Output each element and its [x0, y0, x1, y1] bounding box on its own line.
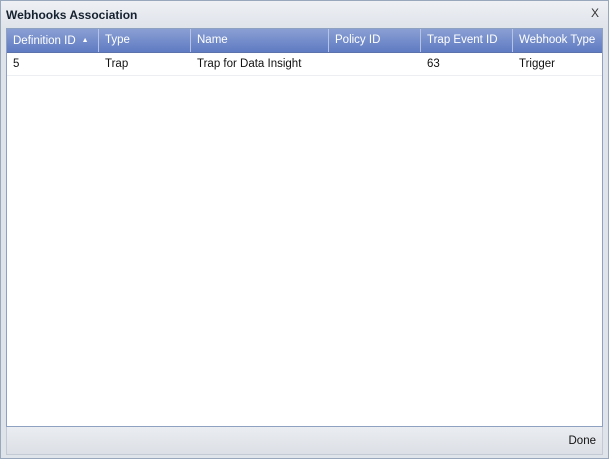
column-header-webhook-type[interactable]: Webhook Type [513, 29, 602, 52]
cell-trap-event-id: 63 [427, 58, 440, 70]
dialog-footer: Done [6, 427, 603, 455]
sort-ascending-icon: ▲ [81, 37, 89, 44]
dialog-title: Webhooks Association [6, 8, 138, 22]
grid-header: Definition ID ▲ Type Name Policy ID Trap … [7, 29, 602, 53]
cell-policy-id [329, 53, 421, 75]
column-header-label: Trap Event ID [427, 34, 498, 46]
done-button[interactable]: Done [569, 435, 597, 447]
column-header-label: Type [105, 34, 130, 46]
column-header-definition-id[interactable]: Definition ID ▲ [7, 29, 99, 52]
cell-definition-id: 5 [13, 58, 20, 70]
column-header-name[interactable]: Name [191, 29, 329, 52]
cell-name: Trap for Data Insight [197, 58, 302, 70]
webhooks-grid: Definition ID ▲ Type Name Policy ID Trap … [6, 28, 603, 427]
cell-webhook-type: Trigger [519, 58, 555, 70]
close-icon[interactable]: X [588, 6, 602, 20]
column-header-label: Definition ID [13, 35, 76, 47]
dialog-titlebar: Webhooks Association X [1, 1, 608, 28]
column-header-trap-event-id[interactable]: Trap Event ID [421, 29, 513, 52]
column-header-type[interactable]: Type [99, 29, 191, 52]
webhooks-association-dialog: Webhooks Association X Definition ID ▲ Ty… [0, 0, 609, 459]
cell-type: Trap [105, 58, 129, 70]
column-header-label: Name [197, 34, 228, 46]
column-header-policy-id[interactable]: Policy ID [329, 29, 421, 52]
column-header-label: Webhook Type [519, 34, 596, 46]
table-row[interactable]: 5 Trap Trap for Data Insight 63 Trigger [7, 53, 602, 76]
column-header-label: Policy ID [335, 34, 381, 46]
